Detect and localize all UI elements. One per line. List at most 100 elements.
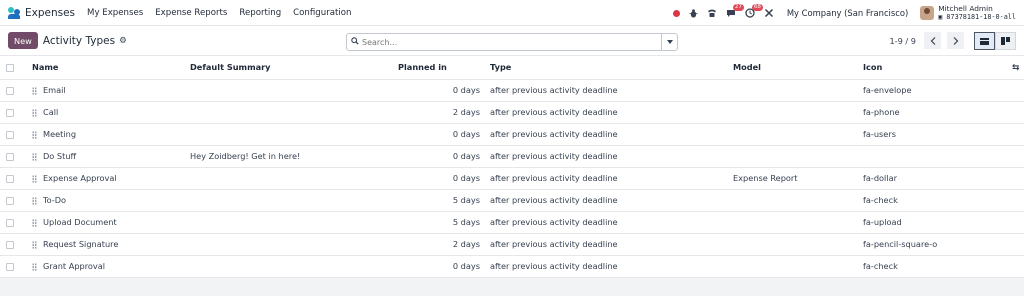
- row-checkbox[interactable]: [6, 174, 14, 183]
- phone-icon[interactable]: [707, 8, 718, 19]
- column-header-icon[interactable]: Icon: [857, 56, 1006, 80]
- table-row[interactable]: Email 0 days after previous activity deadl…: [0, 79, 1024, 102]
- row-checkbox[interactable]: [6, 196, 14, 205]
- cell-summary[interactable]: [184, 211, 392, 234]
- cell-icon[interactable]: fa-pencil-square-o: [857, 233, 1006, 256]
- company-switcher[interactable]: My Company (San Francisco): [787, 8, 908, 18]
- table-row[interactable]: Grant Approval 0 days after previous activ…: [0, 255, 1024, 278]
- new-button[interactable]: New: [8, 32, 38, 49]
- cell-icon[interactable]: fa-envelope: [857, 79, 1006, 102]
- cell-type[interactable]: after previous activity deadline: [484, 79, 727, 102]
- select-all-checkbox[interactable]: [6, 63, 14, 72]
- cell-name[interactable]: Expense Approval: [26, 167, 184, 190]
- cell-planned[interactable]: 0 days: [392, 167, 484, 190]
- cell-summary[interactable]: [184, 123, 392, 146]
- cell-planned[interactable]: 0 days: [392, 79, 484, 102]
- cell-summary[interactable]: [184, 233, 392, 256]
- cell-planned[interactable]: 2 days: [392, 101, 484, 124]
- cell-planned[interactable]: 5 days: [392, 189, 484, 212]
- drag-handle-icon[interactable]: [32, 108, 37, 117]
- bug-icon[interactable]: [688, 8, 699, 19]
- search-options-toggle[interactable]: [661, 34, 677, 50]
- menu-configuration[interactable]: Configuration: [293, 8, 351, 18]
- cell-icon[interactable]: fa-phone: [857, 101, 1006, 124]
- cell-name[interactable]: Upload Document: [26, 211, 184, 234]
- row-checkbox[interactable]: [6, 218, 14, 227]
- drag-handle-icon[interactable]: [32, 196, 37, 205]
- cell-summary[interactable]: [184, 189, 392, 212]
- cell-planned[interactable]: 2 days: [392, 233, 484, 256]
- debug-tools-icon[interactable]: [764, 8, 775, 19]
- pager-next-button[interactable]: [947, 32, 964, 49]
- drag-handle-icon[interactable]: [32, 174, 37, 183]
- cell-icon[interactable]: fa-check: [857, 189, 1006, 212]
- search-input[interactable]: [362, 37, 661, 47]
- messages-icon[interactable]: 27: [726, 3, 744, 19]
- cell-name[interactable]: Grant Approval: [26, 255, 184, 278]
- menu-reporting[interactable]: Reporting: [239, 8, 281, 18]
- cell-icon[interactable]: fa-dollar: [857, 167, 1006, 190]
- cell-model[interactable]: [727, 189, 857, 212]
- cell-type[interactable]: after previous activity deadline: [484, 167, 727, 190]
- cell-name[interactable]: Email: [26, 79, 184, 102]
- cell-model[interactable]: [727, 101, 857, 124]
- row-checkbox[interactable]: [6, 86, 14, 95]
- table-row[interactable]: To-Do 5 days after previous activity deadl…: [0, 189, 1024, 212]
- user-menu[interactable]: Mitchell Admin ▣ 87378181-18-0-all: [920, 4, 1016, 22]
- gear-icon[interactable]: ⚙: [119, 36, 127, 46]
- cell-model[interactable]: [727, 255, 857, 278]
- cell-name[interactable]: Call: [26, 101, 184, 124]
- cell-planned[interactable]: 0 days: [392, 255, 484, 278]
- list-view-button[interactable]: [974, 32, 995, 50]
- activities-clock-icon[interactable]: 68: [745, 3, 763, 19]
- cell-model[interactable]: Expense Report: [727, 167, 857, 190]
- cell-type[interactable]: after previous activity deadline: [484, 255, 727, 278]
- cell-type[interactable]: after previous activity deadline: [484, 145, 727, 168]
- drag-handle-icon[interactable]: [32, 86, 37, 95]
- menu-my-expenses[interactable]: My Expenses: [87, 8, 143, 18]
- table-row[interactable]: Call 2 days after previous activity deadli…: [0, 101, 1024, 124]
- cell-model[interactable]: [727, 233, 857, 256]
- pager-previous-button[interactable]: [924, 32, 941, 49]
- cell-model[interactable]: [727, 145, 857, 168]
- cell-planned[interactable]: 0 days: [392, 123, 484, 146]
- app-brand[interactable]: Expenses: [8, 6, 75, 19]
- drag-handle-icon[interactable]: [32, 218, 37, 227]
- column-header-model[interactable]: Model: [727, 56, 857, 80]
- cell-type[interactable]: after previous activity deadline: [484, 233, 727, 256]
- cell-icon[interactable]: fa-users: [857, 123, 1006, 146]
- cell-summary[interactable]: [184, 167, 392, 190]
- cell-model[interactable]: [727, 79, 857, 102]
- column-header-type[interactable]: Type: [484, 56, 727, 80]
- drag-handle-icon[interactable]: [32, 152, 37, 161]
- cell-name[interactable]: Do Stuff: [26, 145, 184, 168]
- app-name[interactable]: Expenses: [25, 7, 75, 19]
- cell-summary[interactable]: Hey Zoidberg! Get in here!: [184, 145, 392, 168]
- column-header-summary[interactable]: Default Summary: [184, 56, 392, 80]
- cell-type[interactable]: after previous activity deadline: [484, 211, 727, 234]
- cell-summary[interactable]: [184, 101, 392, 124]
- menu-expense-reports[interactable]: Expense Reports: [155, 8, 227, 18]
- cell-name[interactable]: To-Do: [26, 189, 184, 212]
- cell-name[interactable]: Request Signature: [26, 233, 184, 256]
- recording-indicator-icon[interactable]: [672, 9, 680, 17]
- kanban-view-button[interactable]: [995, 32, 1016, 50]
- cell-icon[interactable]: fa-upload: [857, 211, 1006, 234]
- table-row[interactable]: Do Stuff Hey Zoidberg! Get in here! 0 days…: [0, 145, 1024, 168]
- cell-name[interactable]: Meeting: [26, 123, 184, 146]
- row-checkbox[interactable]: [6, 108, 14, 117]
- cell-type[interactable]: after previous activity deadline: [484, 189, 727, 212]
- cell-icon[interactable]: [857, 145, 1006, 168]
- table-row[interactable]: Meeting 0 days after previous activity dea…: [0, 123, 1024, 146]
- cell-type[interactable]: after previous activity deadline: [484, 101, 727, 124]
- table-row[interactable]: Expense Approval 0 days after previous act…: [0, 167, 1024, 190]
- row-checkbox[interactable]: [6, 240, 14, 249]
- table-row[interactable]: Request Signature 2 days after previous ac…: [0, 233, 1024, 256]
- drag-handle-icon[interactable]: [32, 130, 37, 139]
- optional-columns-toggle[interactable]: ⇆: [1006, 56, 1024, 80]
- table-row[interactable]: Upload Document 5 days after previous acti…: [0, 211, 1024, 234]
- cell-icon[interactable]: fa-check: [857, 255, 1006, 278]
- cell-type[interactable]: after previous activity deadline: [484, 123, 727, 146]
- pager-value[interactable]: 1-9 / 9: [889, 36, 916, 46]
- cell-planned[interactable]: 5 days: [392, 211, 484, 234]
